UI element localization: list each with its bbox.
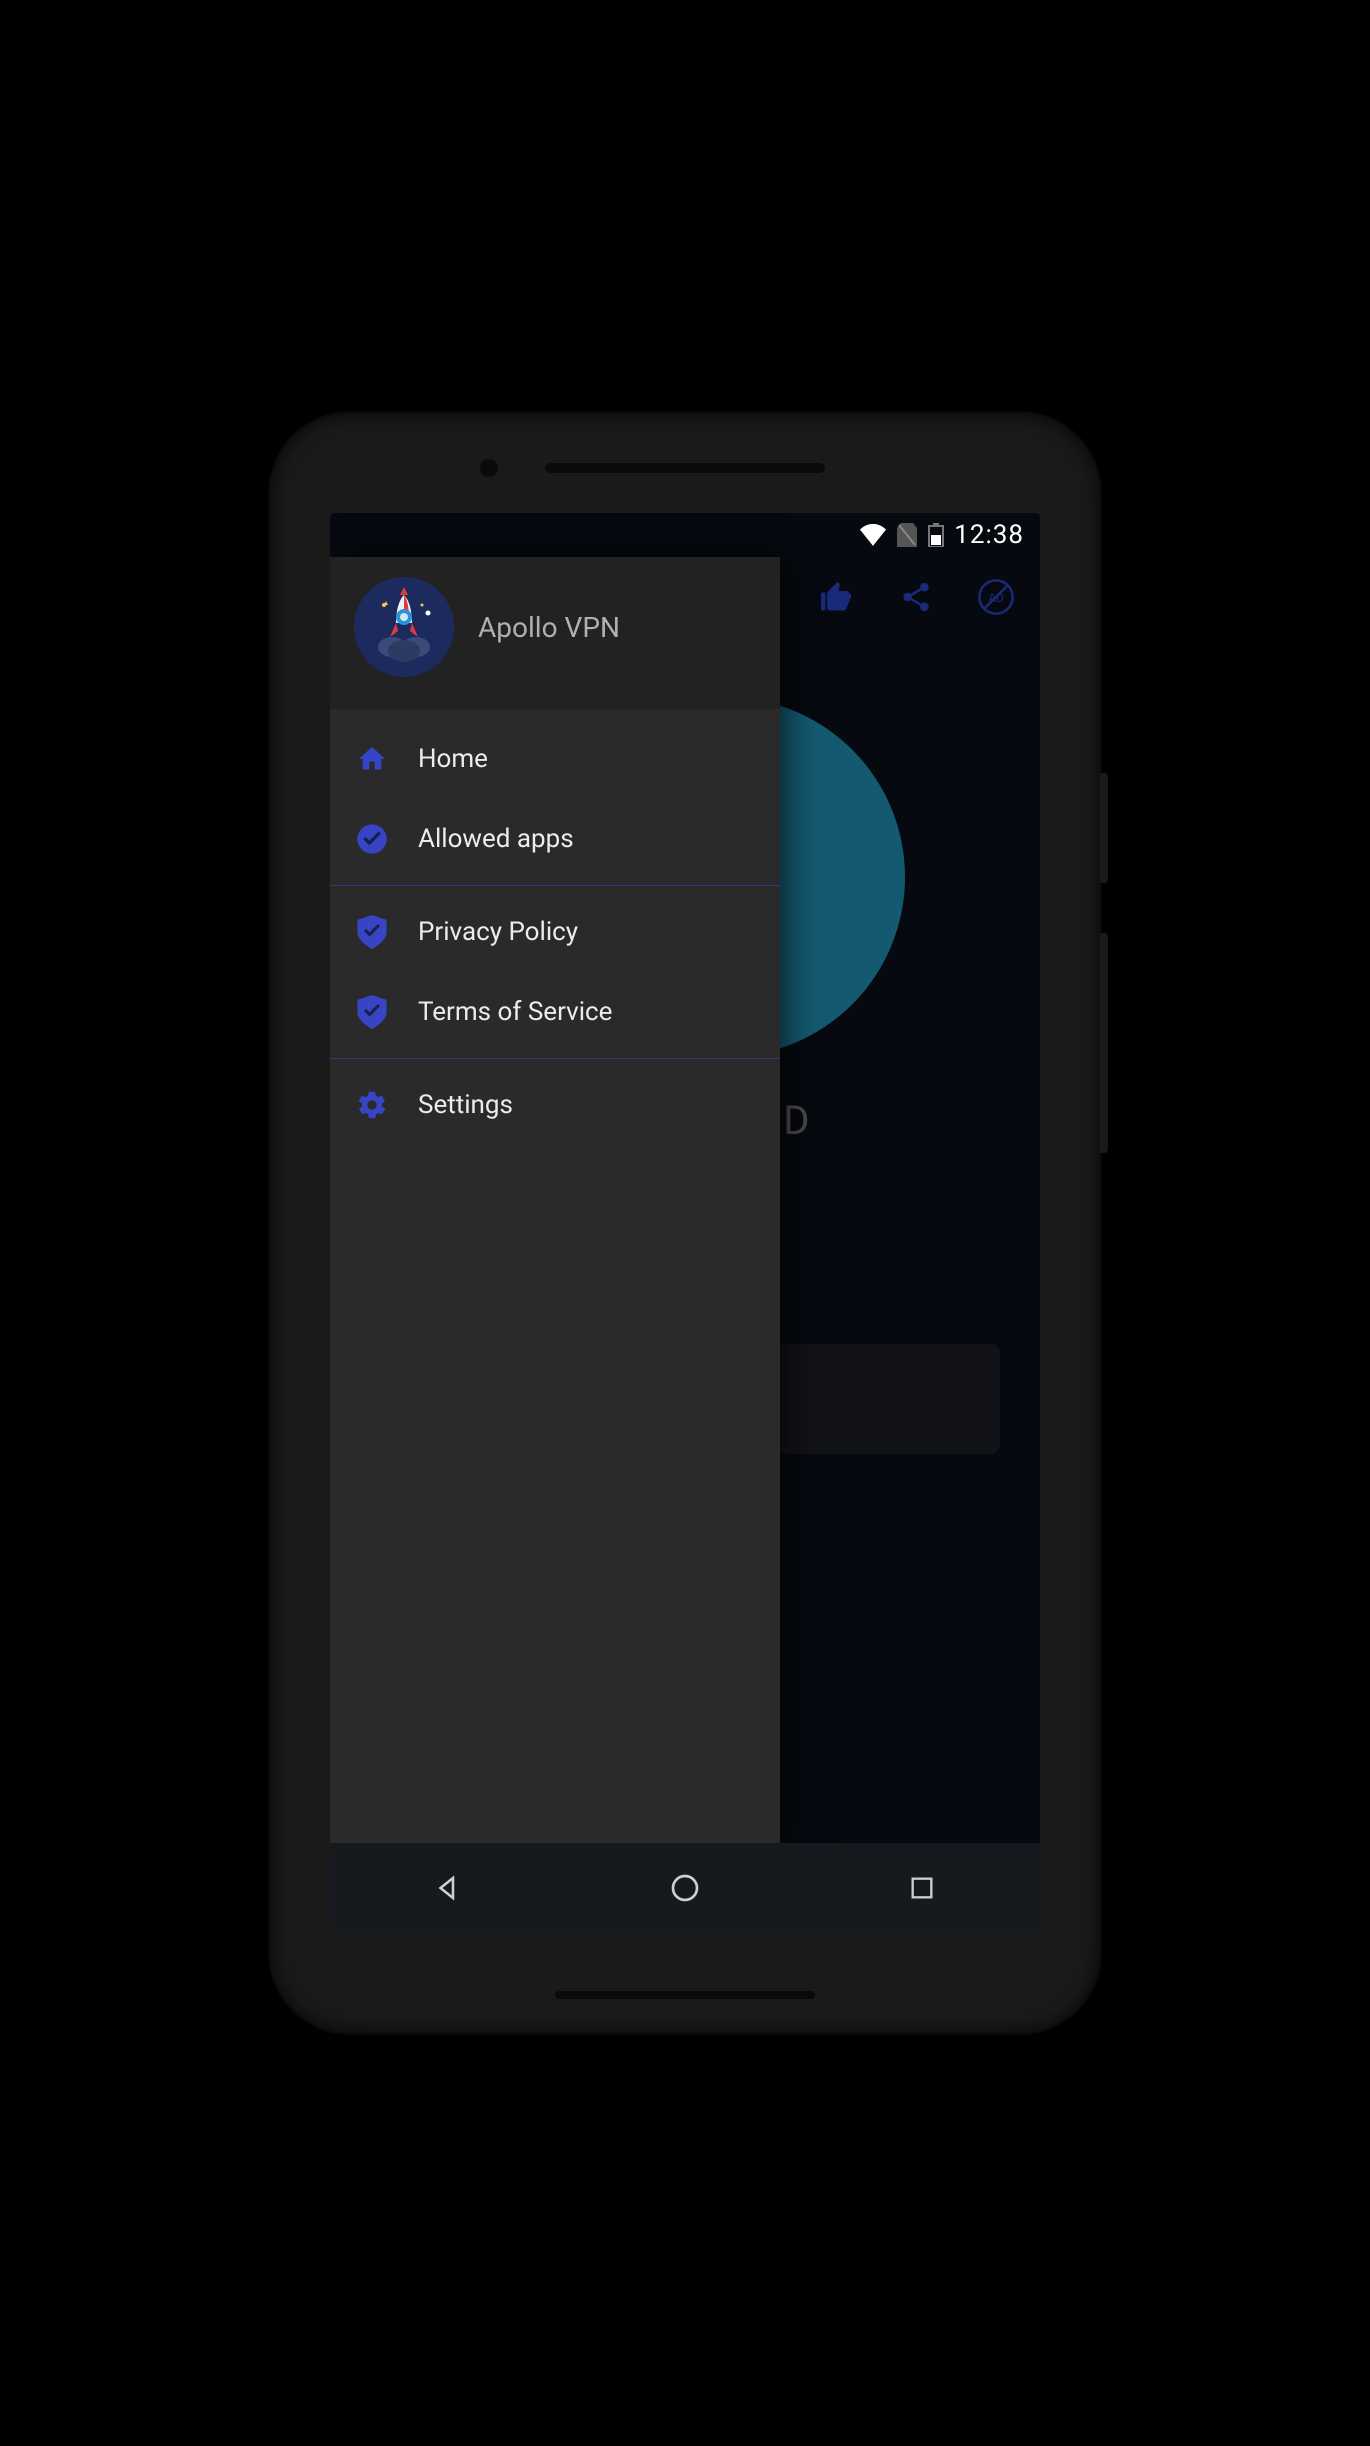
battery-icon bbox=[928, 523, 944, 547]
no-sim-icon bbox=[896, 523, 918, 547]
no-ads-icon[interactable]: AD bbox=[976, 577, 1016, 617]
check-circle-icon bbox=[354, 821, 390, 857]
svg-text:AD: AD bbox=[988, 591, 1003, 605]
wifi-icon bbox=[860, 524, 886, 546]
speaker bbox=[555, 1991, 815, 1999]
home-button[interactable] bbox=[664, 1867, 706, 1909]
drawer-item-privacy[interactable]: Privacy Policy bbox=[330, 892, 780, 972]
status-bar: 12:38 bbox=[330, 513, 1040, 557]
shield-check-icon bbox=[354, 914, 390, 950]
drawer-item-label: Allowed apps bbox=[418, 824, 574, 854]
drawer-item-terms[interactable]: Terms of Service bbox=[330, 972, 780, 1052]
shield-check-icon bbox=[354, 994, 390, 1030]
volume-button bbox=[1100, 933, 1108, 1153]
drawer-list: Home Allowed apps Privacy Policy bbox=[330, 709, 780, 1843]
app-title: Apollo VPN bbox=[478, 611, 620, 644]
drawer-item-label: Terms of Service bbox=[418, 997, 612, 1027]
divider bbox=[330, 885, 780, 886]
navigation-drawer: Apollo VPN Home Allowed apps bbox=[330, 557, 780, 1843]
app-logo-icon bbox=[354, 577, 454, 677]
gear-icon bbox=[354, 1087, 390, 1123]
phone-frame: 12:38 AD ED bbox=[270, 413, 1100, 2033]
drawer-item-label: Home bbox=[418, 744, 488, 774]
screen: 12:38 AD ED bbox=[330, 513, 1040, 1933]
android-nav-bar bbox=[330, 1843, 1040, 1933]
drawer-item-label: Settings bbox=[418, 1090, 513, 1120]
recents-button[interactable] bbox=[901, 1867, 943, 1909]
drawer-item-home[interactable]: Home bbox=[330, 719, 780, 799]
drawer-item-allowed-apps[interactable]: Allowed apps bbox=[330, 799, 780, 879]
drawer-header: Apollo VPN bbox=[330, 557, 780, 709]
clock: 12:38 bbox=[954, 520, 1024, 550]
thumbs-up-icon[interactable] bbox=[816, 577, 856, 617]
drawer-item-label: Privacy Policy bbox=[418, 917, 578, 947]
power-button bbox=[1100, 773, 1108, 883]
back-button[interactable] bbox=[427, 1867, 469, 1909]
divider bbox=[330, 1058, 780, 1059]
home-icon bbox=[354, 741, 390, 777]
share-icon[interactable] bbox=[896, 577, 936, 617]
drawer-item-settings[interactable]: Settings bbox=[330, 1065, 780, 1145]
